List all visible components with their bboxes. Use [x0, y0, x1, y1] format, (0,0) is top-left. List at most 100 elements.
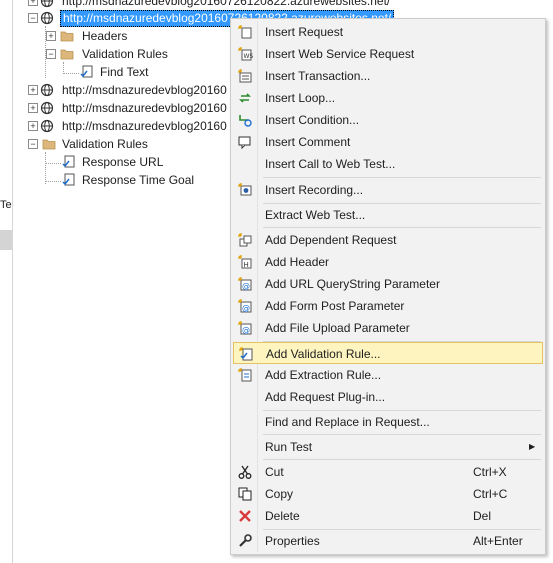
collapse-icon[interactable]: − [28, 13, 38, 23]
menu-item-shortcut: Alt+Enter [473, 534, 523, 548]
tree-connector [45, 163, 61, 164]
insert-recording-icon [238, 183, 252, 196]
menu-item-find-and-replace[interactable]: Find and Replace in Request... [233, 411, 543, 433]
add-form-post-icon: @ [238, 299, 252, 313]
globe-icon [40, 101, 54, 115]
menu-item-insert-call-to-web-test[interactable]: Insert Call to Web Test... [233, 153, 543, 175]
menu-item-add-request-plugin[interactable]: Add Request Plug-in... [233, 386, 543, 408]
menu-separator [263, 227, 541, 228]
tree-connector [45, 181, 61, 182]
svg-text:@: @ [242, 326, 250, 335]
expand-icon[interactable]: + [28, 121, 38, 131]
menu-item-insert-web-service-request[interactable]: WS Insert Web Service Request [233, 43, 543, 65]
menu-item-add-file-upload-parameter[interactable]: @ Add File Upload Parameter [233, 317, 543, 339]
menu-item-label: Add Header [265, 255, 330, 269]
folder-icon [60, 49, 74, 60]
menu-item-label: Extract Web Test... [265, 208, 366, 222]
menu-item-label: Add URL QueryString Parameter [265, 277, 440, 291]
tree-node-label: http://msdnazuredevblog20160 [62, 101, 227, 115]
menu-item-add-dependent-request[interactable]: Add Dependent Request [233, 229, 543, 251]
menu-item-label: Add Extraction Rule... [265, 368, 382, 382]
menu-item-copy[interactable]: Copy Ctrl+C [233, 483, 543, 505]
svg-text:WS: WS [244, 53, 254, 60]
menu-item-label: Insert Recording... [265, 183, 364, 197]
svg-text:@: @ [242, 304, 250, 313]
tree-node-label: http://msdnazuredevblog20160 [62, 83, 227, 97]
tree-node-label: Validation Rules [82, 47, 168, 61]
tree-node-label: Response Time Goal [82, 173, 195, 187]
menu-item-label: Copy [265, 487, 294, 501]
expand-icon[interactable]: + [28, 0, 38, 6]
expand-icon[interactable]: + [28, 103, 38, 113]
menu-item-label: Add Validation Rule... [266, 347, 381, 361]
insert-web-service-icon: WS [238, 47, 254, 61]
menu-item-insert-request[interactable]: Insert Request [233, 21, 543, 43]
insert-transaction-icon [238, 69, 252, 83]
menu-item-label: Add Request Plug-in... [265, 390, 386, 404]
menu-item-shortcut: Ctrl+C [473, 487, 508, 501]
menu-item-label: Insert Condition... [265, 113, 360, 127]
add-header-icon: H [238, 255, 252, 269]
validation-rule-icon [62, 173, 75, 186]
menu-item-add-validation-rule[interactable]: Add Validation Rule... [233, 342, 543, 364]
cut-icon [238, 465, 252, 479]
menu-separator [263, 434, 541, 435]
menu-item-label: Insert Comment [265, 135, 351, 149]
add-extraction-rule-icon [238, 368, 252, 382]
expand-icon[interactable]: + [46, 31, 56, 41]
menu-item-label: Run Test [265, 440, 313, 454]
globe-icon [40, 119, 54, 133]
svg-text:H: H [244, 261, 249, 269]
insert-request-icon [238, 25, 252, 39]
menu-item-add-url-querystring-parameter[interactable]: @ Add URL QueryString Parameter [233, 273, 543, 295]
expand-icon[interactable]: + [28, 85, 38, 95]
add-file-upload-icon: @ [238, 321, 252, 335]
menu-item-insert-comment[interactable]: Insert Comment [233, 131, 543, 153]
menu-item-cut[interactable]: Cut Ctrl+X [233, 461, 543, 483]
collapse-icon[interactable]: − [46, 49, 56, 59]
menu-item-insert-transaction[interactable]: Insert Transaction... [233, 65, 543, 87]
menu-item-insert-loop[interactable]: Insert Loop... [233, 87, 543, 109]
menu-item-add-extraction-rule[interactable]: Add Extraction Rule... [233, 364, 543, 386]
context-menu: Insert Request WS Insert Web Service Req… [230, 18, 546, 555]
globe-icon [40, 11, 54, 25]
menu-item-label: Properties [265, 534, 320, 548]
menu-item-run-test[interactable]: Run Test ▶ [233, 436, 543, 458]
menu-separator [263, 177, 541, 178]
tree-node-label: Response URL [82, 155, 164, 169]
menu-item-label: Insert Request [265, 25, 344, 39]
menu-item-insert-condition[interactable]: Insert Condition... [233, 109, 543, 131]
menu-item-label: Find and Replace in Request... [265, 415, 430, 429]
add-querystring-icon: @ [238, 277, 252, 291]
menu-item-label: Insert Loop... [265, 91, 336, 105]
submenu-arrow-icon: ▶ [529, 442, 536, 451]
validation-rule-icon [62, 155, 75, 168]
globe-icon [40, 83, 54, 97]
menu-item-label: Insert Call to Web Test... [265, 157, 396, 171]
menu-item-label: Insert Web Service Request [265, 47, 415, 61]
menu-item-properties[interactable]: Properties Alt+Enter [233, 530, 543, 552]
svg-text:@: @ [242, 282, 250, 291]
tree-connector [63, 73, 79, 74]
tree-connector [45, 152, 46, 184]
left-panel-selection [0, 230, 12, 250]
insert-loop-icon [239, 93, 251, 103]
add-dependent-request-icon [238, 233, 252, 247]
menu-item-insert-recording[interactable]: Insert Recording... [233, 179, 543, 201]
folder-icon [42, 139, 56, 150]
folder-icon [60, 31, 74, 42]
validation-rule-icon [80, 65, 93, 78]
menu-item-add-header[interactable]: H Add Header [233, 251, 543, 273]
menu-item-label: Add Dependent Request [265, 233, 397, 247]
tree-node-label: http://msdnazuredevblog20160 [62, 119, 227, 133]
insert-condition-icon [239, 115, 252, 127]
menu-item-extract-web-test[interactable]: Extract Web Test... [233, 204, 543, 226]
collapse-icon[interactable]: − [28, 139, 38, 149]
tree-node-label: Validation Rules [62, 137, 148, 151]
menu-item-add-form-post-parameter[interactable]: @ Add Form Post Parameter [233, 295, 543, 317]
menu-item-delete[interactable]: Delete Del [233, 505, 543, 527]
tree-node-label: Headers [82, 29, 128, 43]
menu-item-label: Cut [265, 465, 284, 479]
insert-comment-icon [238, 136, 251, 150]
menu-item-label: Add File Upload Parameter [265, 321, 410, 335]
